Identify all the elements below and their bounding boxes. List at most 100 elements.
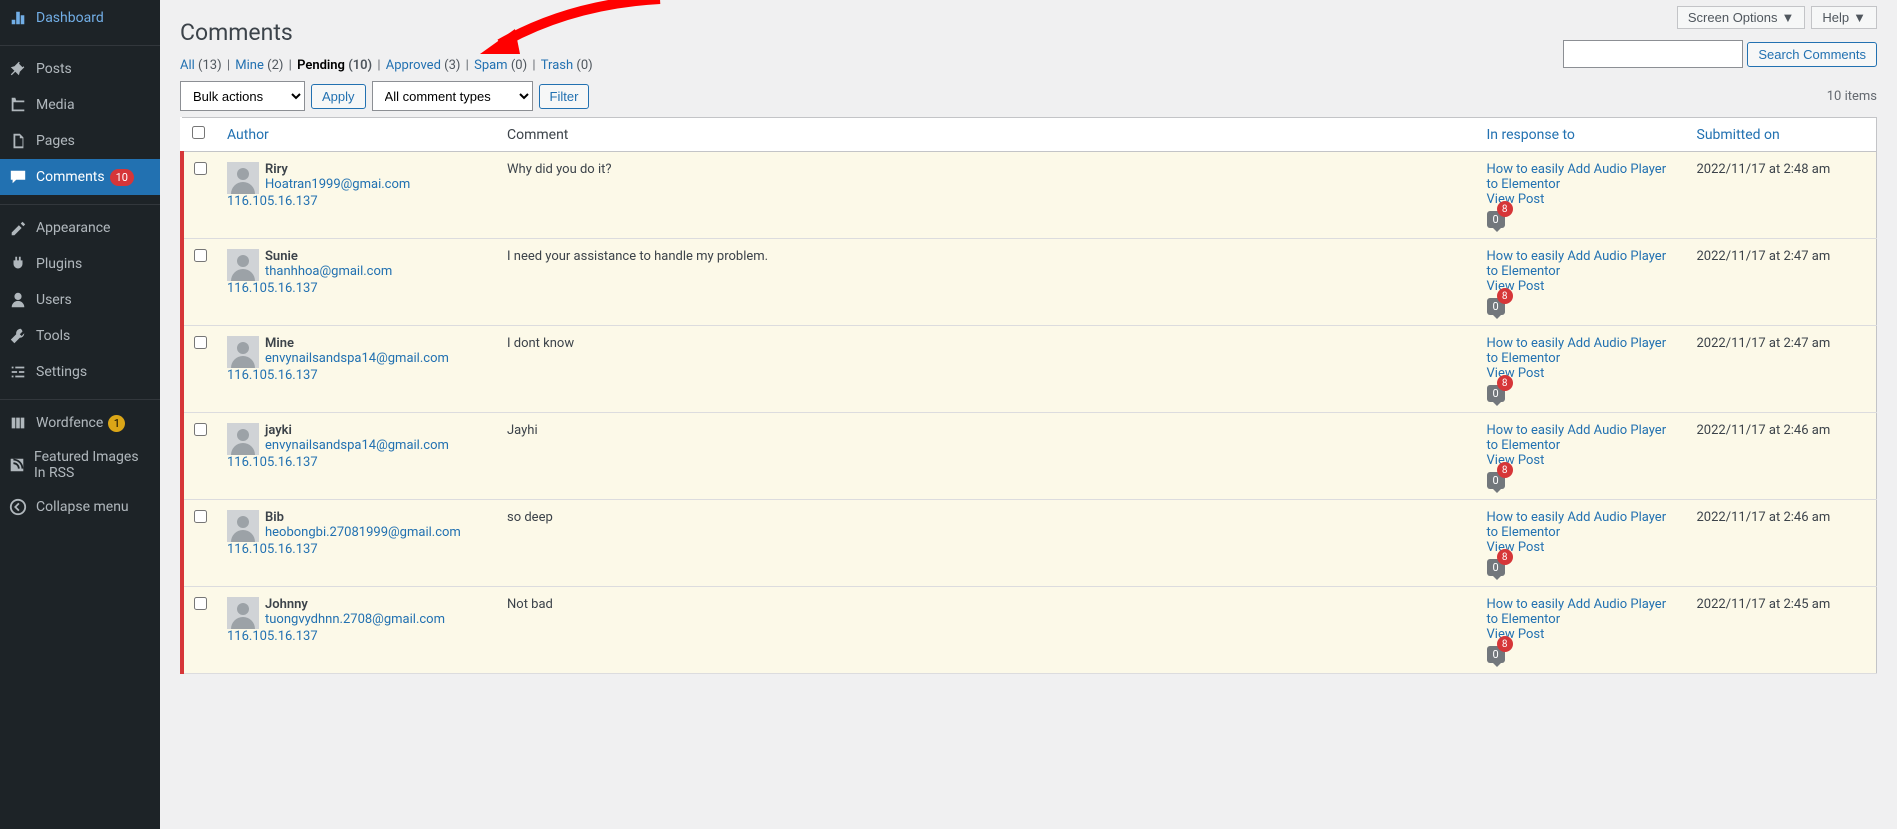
author-name: Bib xyxy=(265,510,284,525)
sidebar-item-label: Media xyxy=(36,97,75,113)
row-checkbox[interactable] xyxy=(194,162,207,175)
author-ip[interactable]: 116.105.16.137 xyxy=(227,629,318,644)
view-post-link[interactable]: View Post xyxy=(1487,627,1677,642)
column-response[interactable]: In response to xyxy=(1487,127,1575,143)
help-button[interactable]: Help ▼ xyxy=(1811,6,1877,29)
avatar xyxy=(227,249,259,281)
pin-icon xyxy=(8,59,28,79)
sidebar-item-collapse-menu[interactable]: Collapse menu xyxy=(0,489,160,525)
filter-pending[interactable]: Pending (10) xyxy=(297,58,372,73)
sidebar-item-appearance[interactable]: Appearance xyxy=(0,210,160,246)
sidebar-item-pages[interactable]: Pages xyxy=(0,123,160,159)
filter-all[interactable]: All (13) xyxy=(180,58,222,73)
sidebar-item-wordfence[interactable]: Wordfence1 xyxy=(0,405,160,441)
response-post-link[interactable]: How to easily Add Audio Player to Elemen… xyxy=(1487,423,1667,453)
sidebar-item-label: Posts xyxy=(36,61,72,77)
comments-icon xyxy=(8,167,28,187)
response-post-link[interactable]: How to easily Add Audio Player to Elemen… xyxy=(1487,510,1667,540)
settings-icon xyxy=(8,362,28,382)
filter-trash[interactable]: Trash (0) xyxy=(541,58,593,73)
view-post-link[interactable]: View Post xyxy=(1487,366,1677,381)
view-post-link[interactable]: View Post xyxy=(1487,192,1677,207)
row-checkbox[interactable] xyxy=(194,510,207,523)
main-content: Screen Options ▼ Help ▼ Comments All (13… xyxy=(160,0,1897,829)
row-checkbox[interactable] xyxy=(194,336,207,349)
items-count: 10 items xyxy=(1827,89,1877,104)
author-email[interactable]: envynailsandspa14@gmail.com xyxy=(265,438,449,453)
column-submitted[interactable]: Submitted on xyxy=(1697,127,1780,143)
sidebar-item-media[interactable]: Media xyxy=(0,87,160,123)
row-checkbox[interactable] xyxy=(194,249,207,262)
sidebar-item-tools[interactable]: Tools xyxy=(0,318,160,354)
view-post-link[interactable]: View Post xyxy=(1487,279,1677,294)
author-name: Sunie xyxy=(265,249,298,264)
sidebar-item-settings[interactable]: Settings xyxy=(0,354,160,390)
author-name: Riry xyxy=(265,162,288,177)
search-input[interactable] xyxy=(1563,40,1743,68)
filter-approved[interactable]: Approved (3) xyxy=(386,58,461,73)
sidebar-item-users[interactable]: Users xyxy=(0,282,160,318)
row-checkbox[interactable] xyxy=(194,423,207,436)
column-comment: Comment xyxy=(497,118,1477,152)
sidebar-item-label: Appearance xyxy=(36,220,110,236)
sidebar-item-label: Settings xyxy=(36,364,87,380)
sidebar-item-label: Tools xyxy=(36,328,70,344)
collapse-icon xyxy=(8,497,28,517)
sidebar-item-label: Dashboard xyxy=(36,10,104,26)
row-checkbox[interactable] xyxy=(194,597,207,610)
admin-sidebar: Dashboard Posts Media PagesComments10 Appear… xyxy=(0,0,160,829)
author-name: Mine xyxy=(265,336,294,351)
sidebar-item-dashboard[interactable]: Dashboard xyxy=(0,0,160,36)
sidebar-item-comments[interactable]: Comments10 xyxy=(0,159,160,195)
caret-down-icon: ▼ xyxy=(1853,10,1866,25)
caret-down-icon: ▼ xyxy=(1782,10,1795,25)
column-author[interactable]: Author xyxy=(227,127,269,143)
author-ip[interactable]: 116.105.16.137 xyxy=(227,455,318,470)
author-email[interactable]: tuongvydhnn.2708@gmail.com xyxy=(265,612,445,627)
author-ip[interactable]: 116.105.16.137 xyxy=(227,542,318,557)
table-row: RiryHoatran1999@gmai.com116.105.16.137Wh… xyxy=(182,152,1877,239)
table-row: Mineenvynailsandspa14@gmail.com 116.105.1… xyxy=(182,326,1877,413)
avatar xyxy=(227,423,259,455)
sidebar-item-label: Comments xyxy=(36,169,105,185)
rss-icon xyxy=(8,455,26,475)
bulk-actions-select[interactable]: Bulk actions xyxy=(180,81,305,111)
sidebar-item-plugins[interactable]: Plugins xyxy=(0,246,160,282)
author-email[interactable]: heobongbi.27081999@gmail.com xyxy=(265,525,461,540)
response-post-link[interactable]: How to easily Add Audio Player to Elemen… xyxy=(1487,336,1667,366)
appearance-icon xyxy=(8,218,28,238)
author-ip[interactable]: 116.105.16.137 xyxy=(227,194,318,209)
response-post-link[interactable]: How to easily Add Audio Player to Elemen… xyxy=(1487,162,1667,192)
avatar xyxy=(227,510,259,542)
response-post-link[interactable]: How to easily Add Audio Player to Elemen… xyxy=(1487,249,1667,279)
view-post-link[interactable]: View Post xyxy=(1487,540,1677,555)
author-email[interactable]: thanhhoa@gmail.com xyxy=(265,264,392,279)
filter-spam[interactable]: Spam (0) xyxy=(474,58,527,73)
search-button[interactable]: Search Comments xyxy=(1747,42,1877,67)
response-post-link[interactable]: How to easily Add Audio Player to Elemen… xyxy=(1487,597,1667,627)
filter-mine[interactable]: Mine (2) xyxy=(235,58,283,73)
comment-types-select[interactable]: All comment types xyxy=(372,81,533,111)
comments-table: Author Comment In response to Submitted … xyxy=(180,117,1877,674)
sidebar-item-featured-images-in-rss[interactable]: Featured Images In RSS xyxy=(0,441,160,489)
apply-button[interactable]: Apply xyxy=(311,84,366,109)
view-post-link[interactable]: View Post xyxy=(1487,453,1677,468)
author-ip[interactable]: 116.105.16.137 xyxy=(227,368,318,383)
screen-options-button[interactable]: Screen Options ▼ xyxy=(1677,6,1805,29)
author-email[interactable]: Hoatran1999@gmai.com xyxy=(265,177,410,192)
pending-badge: 8 xyxy=(1497,636,1513,652)
author-email[interactable]: envynailsandspa14@gmail.com xyxy=(265,351,449,366)
filter-button[interactable]: Filter xyxy=(539,84,590,109)
plugins-icon xyxy=(8,254,28,274)
avatar xyxy=(227,162,259,194)
tools-icon xyxy=(8,326,28,346)
sidebar-item-posts[interactable]: Posts xyxy=(0,51,160,87)
select-all-checkbox[interactable] xyxy=(192,126,205,139)
submitted-date: 2022/11/17 at 2:47 am xyxy=(1687,239,1877,326)
author-name: Johnny xyxy=(265,597,308,612)
pending-badge: 8 xyxy=(1497,288,1513,304)
table-row: jaykienvynailsandspa14@gmail.com116.105.… xyxy=(182,413,1877,500)
wordfence-icon xyxy=(8,413,28,433)
author-ip[interactable]: 116.105.16.137 xyxy=(227,281,318,296)
comment-text: Jayhi xyxy=(497,413,1477,500)
